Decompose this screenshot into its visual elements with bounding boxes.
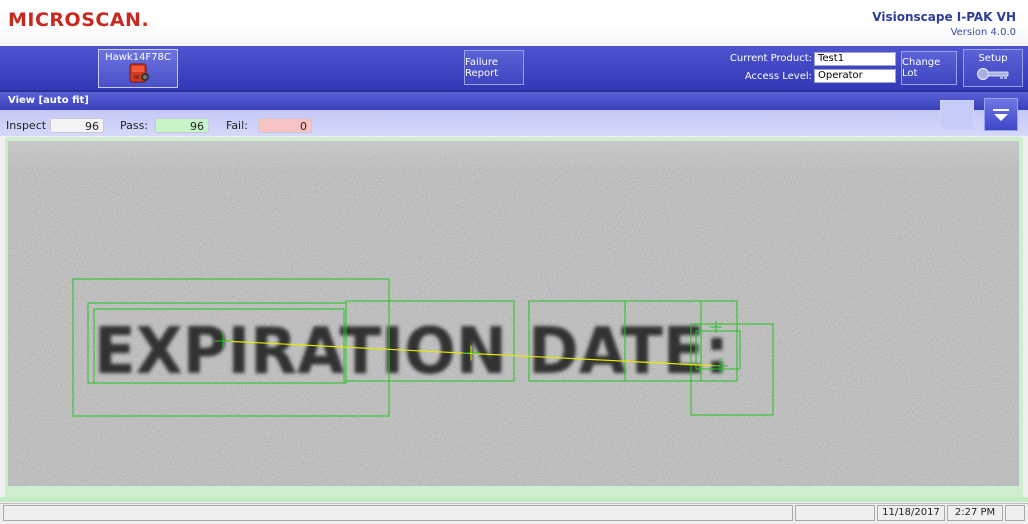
- inspect-label: Inspect: [6, 119, 47, 132]
- status-empty-cell: [795, 505, 875, 521]
- current-product-field: Test1: [814, 52, 896, 66]
- status-message-cell: [3, 505, 793, 521]
- failure-report-button[interactable]: Failure Report: [464, 50, 524, 85]
- access-level-label: Access Level:: [744, 71, 812, 82]
- expiration-date-text: EXPIRATION DATE:: [94, 315, 729, 389]
- logo-text: MICROSCAN: [8, 9, 142, 31]
- chevron-down-icon: [993, 109, 1009, 121]
- logo-dot: .: [141, 9, 150, 31]
- camera-icon: [129, 63, 149, 83]
- current-product-label: Current Product:: [729, 53, 812, 64]
- setup-button[interactable]: Setup: [963, 49, 1023, 87]
- view-title: View [auto fit]: [0, 92, 1028, 110]
- setup-label: Setup: [978, 53, 1008, 64]
- pass-label: Pass:: [120, 119, 149, 132]
- access-level-field: Operator: [814, 69, 896, 83]
- view-dropdown-button[interactable]: [984, 98, 1018, 131]
- inspection-image-svg: EXPIRATION DATE:: [8, 141, 1019, 486]
- fail-label: Fail:: [226, 119, 248, 132]
- microscan-logo: MICROSCAN.: [8, 9, 149, 31]
- status-date: 11/18/2017: [877, 505, 945, 521]
- version-label: Version 4.0.0: [950, 27, 1016, 38]
- inspection-image[interactable]: EXPIRATION DATE:: [8, 141, 1019, 486]
- status-grip: [1005, 505, 1025, 521]
- key-icon: [977, 68, 1009, 80]
- inspect-count: 96: [50, 118, 104, 133]
- camera-select-button[interactable]: Hawk14F78C: [98, 49, 178, 88]
- image-bottom-strip: [0, 497, 1028, 502]
- pass-count: 96: [155, 118, 209, 133]
- disabled-view-button: [940, 100, 974, 130]
- fail-count: 0: [258, 118, 312, 133]
- product-name: Visionscape I-PAK VH: [872, 10, 1016, 24]
- change-lot-button[interactable]: Change Lot: [901, 51, 957, 85]
- status-time: 2:27 PM: [947, 505, 1003, 521]
